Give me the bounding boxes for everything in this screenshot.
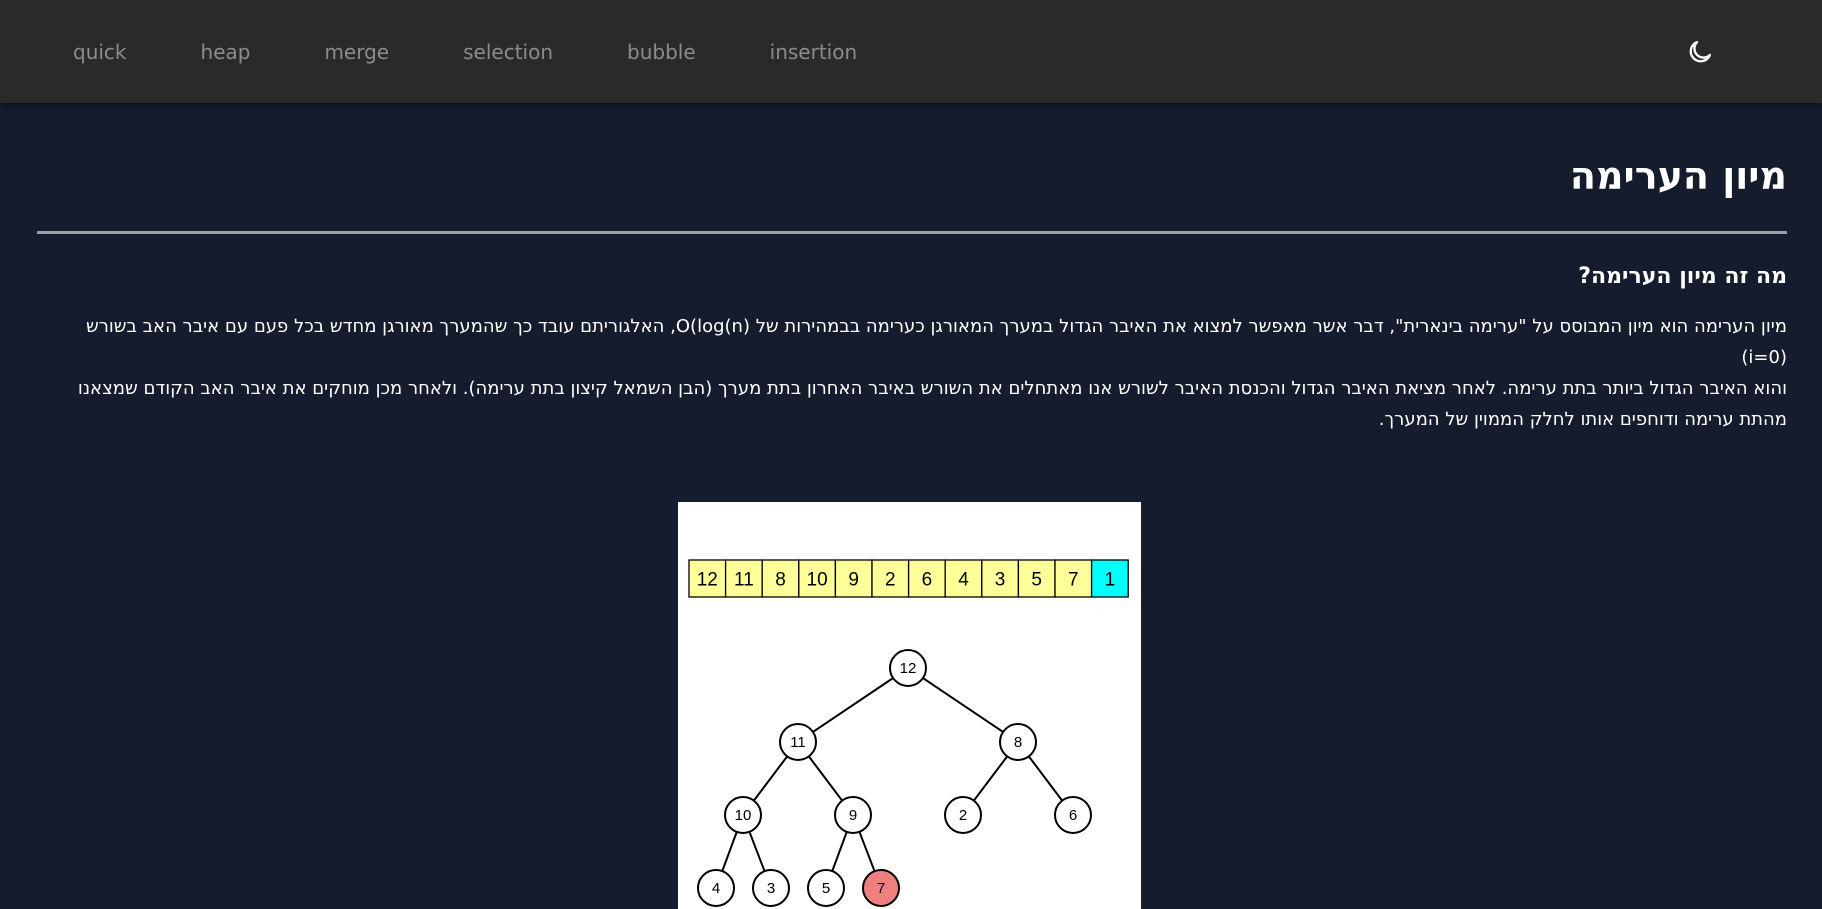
- nav-link-merge[interactable]: merge: [324, 40, 389, 64]
- array-cell-value: 9: [848, 570, 859, 591]
- tree-edge: [748, 831, 766, 872]
- heap-sort-diagram: 12 11 8 10 9 2 6 4 3 5 7 1 12 11 8 10 9 2 6 4 3 5 7: [678, 502, 1141, 909]
- paragraph-line: מהתת ערימה ודוחפים אותו לחלק הממוין של ה…: [1378, 409, 1787, 430]
- paragraph-line: והוא האיבר הגדול ביותר בתת ערימה. לאחר מ…: [77, 378, 1787, 399]
- nav-link-heap[interactable]: heap: [201, 40, 251, 64]
- tree-edge: [922, 677, 1004, 733]
- array-cell-value: 12: [697, 570, 718, 591]
- array-cell-value: 3: [995, 570, 1006, 591]
- array-cell-value: 6: [922, 570, 933, 591]
- main-content: מיון הערימה מה זה מיון הערימה? מיון הערי…: [0, 103, 1822, 435]
- nav-link-quick[interactable]: quick: [73, 40, 127, 64]
- tree-node-value: 2: [959, 807, 967, 824]
- tree-edge: [973, 755, 1008, 802]
- array-cell-value: 2: [885, 570, 896, 591]
- nav-link-selection[interactable]: selection: [463, 40, 553, 64]
- tree-node-value: 4: [712, 880, 720, 897]
- tree-node-value: 10: [735, 807, 752, 824]
- tree-node-value: 3: [767, 880, 775, 897]
- tree-node-value: 12: [900, 660, 917, 677]
- paragraph-line: מיון הערימה הוא מיון המבוסס על "ערימה בי…: [85, 316, 1787, 368]
- tree-node-value: 11: [790, 734, 806, 751]
- tree-node-value: 7: [877, 880, 885, 897]
- nav-link-insertion[interactable]: insertion: [770, 40, 858, 64]
- title-divider: [37, 231, 1787, 234]
- tree-node-value: 8: [1014, 734, 1022, 751]
- tree-edge: [831, 831, 848, 872]
- array-cell-value: 4: [958, 570, 969, 591]
- tree-edge: [721, 831, 738, 872]
- array-cell-value: 5: [1031, 570, 1042, 591]
- nav-link-bubble[interactable]: bubble: [627, 40, 696, 64]
- moon-icon[interactable]: [1686, 38, 1714, 66]
- heap-diagram-svg: 12 11 8 10 9 2 6 4 3 5 7 1 12 11 8 10 9 2 6 4 3 5 7: [688, 559, 1129, 907]
- tree-edge: [808, 755, 843, 802]
- array-cell-value: 7: [1068, 570, 1079, 591]
- array-cell-value: 11: [734, 570, 754, 591]
- array-cell-value: 1: [1105, 570, 1116, 591]
- tree-node-value: 5: [822, 880, 830, 897]
- description-paragraph: מיון הערימה הוא מיון המבוסס על "ערימה בי…: [37, 311, 1787, 435]
- tree-edge: [812, 677, 894, 733]
- array-cell-value: 8: [775, 570, 786, 591]
- top-navbar: quick heap merge selection bubble insert…: [0, 0, 1822, 103]
- tree-edge: [858, 831, 876, 872]
- tree-node-value: 6: [1069, 807, 1077, 824]
- array-cell-value: 10: [807, 570, 828, 591]
- tree-edge: [1028, 755, 1063, 802]
- tree-edge: [753, 755, 788, 802]
- nav-links: quick heap merge selection bubble insert…: [73, 40, 931, 64]
- page-title: מיון הערימה: [1569, 154, 1787, 198]
- tree-node-value: 9: [849, 807, 857, 824]
- section-heading: מה זה מיון הערימה?: [1578, 264, 1787, 289]
